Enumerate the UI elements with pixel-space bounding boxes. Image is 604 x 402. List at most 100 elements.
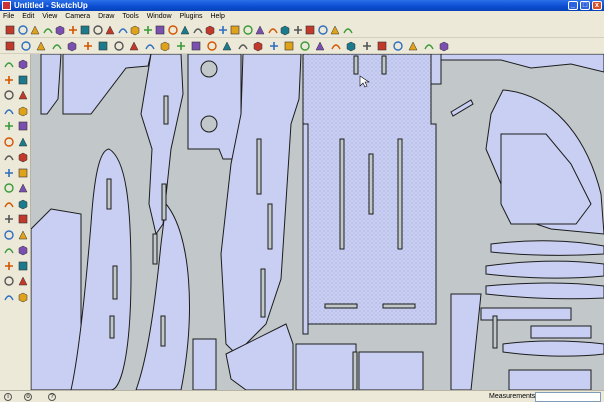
help-icon[interactable]: ?: [48, 393, 56, 401]
share-model-icon[interactable]: [128, 40, 140, 52]
orbit-icon[interactable]: [3, 229, 15, 241]
zoom-icon[interactable]: [3, 244, 15, 256]
credits-icon[interactable]: o: [24, 393, 32, 401]
arc-icon[interactable]: [17, 105, 29, 117]
paint-bucket-icon[interactable]: [17, 74, 29, 86]
maximize-button[interactable]: □: [580, 1, 590, 10]
make-component-icon[interactable]: [154, 24, 166, 36]
follow-me-icon[interactable]: [304, 24, 316, 36]
circle-icon[interactable]: [217, 24, 229, 36]
scale-icon[interactable]: [317, 24, 329, 36]
polygon-icon[interactable]: [242, 24, 254, 36]
close-button[interactable]: x: [592, 1, 602, 10]
model-viewport[interactable]: [31, 54, 604, 390]
menu-camera[interactable]: Camera: [62, 11, 93, 22]
subtract-icon[interactable]: [283, 40, 295, 52]
component-options-icon[interactable]: [407, 40, 419, 52]
measurements-input[interactable]: [535, 392, 601, 402]
rotate-icon[interactable]: [292, 24, 304, 36]
menu-file[interactable]: File: [0, 11, 17, 22]
rotate-icon[interactable]: [3, 151, 15, 163]
protractor-icon[interactable]: [3, 198, 15, 210]
minimize-button[interactable]: _: [568, 1, 578, 10]
walk-icon[interactable]: [17, 275, 29, 287]
dynamic-components-icon[interactable]: [376, 40, 388, 52]
zoom-window-icon[interactable]: [17, 244, 29, 256]
trim-icon[interactable]: [299, 40, 311, 52]
section-plane-icon[interactable]: [17, 291, 29, 303]
rectangle-icon[interactable]: [192, 24, 204, 36]
position-camera-icon[interactable]: [3, 275, 15, 287]
text-icon[interactable]: [17, 198, 29, 210]
component-attributes-icon[interactable]: [423, 40, 435, 52]
menu-edit[interactable]: Edit: [19, 11, 37, 22]
line-icon[interactable]: [204, 24, 216, 36]
push-pull-icon[interactable]: [279, 24, 291, 36]
flip-edge-icon[interactable]: [97, 40, 109, 52]
polygon-icon[interactable]: [3, 120, 15, 132]
rectangle-icon[interactable]: [3, 89, 15, 101]
sandbox-from-contours-icon[interactable]: [4, 40, 16, 52]
select-icon[interactable]: [142, 24, 154, 36]
split-icon[interactable]: [314, 40, 326, 52]
previous-icon[interactable]: [17, 260, 29, 272]
display-section-planes-icon[interactable]: [345, 40, 357, 52]
tape-measure-icon[interactable]: [342, 24, 354, 36]
toggle-terrain-icon[interactable]: [190, 40, 202, 52]
make-component-icon[interactable]: [17, 58, 29, 70]
menu-window[interactable]: Window: [144, 11, 175, 22]
arc-icon[interactable]: [229, 24, 241, 36]
save-icon[interactable]: [29, 24, 41, 36]
share-component-icon[interactable]: [144, 40, 156, 52]
menu-help[interactable]: Help: [207, 11, 227, 22]
zoom-extents-icon[interactable]: [3, 260, 15, 272]
walk-icon[interactable]: [438, 40, 450, 52]
get-current-view-icon[interactable]: [175, 40, 187, 52]
warehouse-get-icon[interactable]: [113, 40, 125, 52]
drawing-canvas[interactable]: [31, 54, 604, 390]
smoove-icon[interactable]: [35, 40, 47, 52]
paste-icon[interactable]: [67, 24, 79, 36]
paint-bucket-icon[interactable]: [167, 24, 179, 36]
pan-icon[interactable]: [17, 229, 29, 241]
solid-outer-shell-icon[interactable]: [237, 40, 249, 52]
intersect-icon[interactable]: [252, 40, 264, 52]
display-section-cuts-icon[interactable]: [361, 40, 373, 52]
interact-icon[interactable]: [392, 40, 404, 52]
eraser-icon[interactable]: [179, 24, 191, 36]
add-detail-icon[interactable]: [82, 40, 94, 52]
line-icon[interactable]: [17, 89, 29, 101]
new-icon[interactable]: [4, 24, 16, 36]
follow-me-icon[interactable]: [17, 151, 29, 163]
sandbox-from-scratch-icon[interactable]: [20, 40, 32, 52]
menu-plugins[interactable]: Plugins: [177, 11, 206, 22]
offset-icon[interactable]: [329, 24, 341, 36]
place-model-icon[interactable]: [206, 40, 218, 52]
move-icon[interactable]: [3, 136, 15, 148]
model-info-icon[interactable]: [129, 24, 141, 36]
menu-draw[interactable]: Draw: [95, 11, 117, 22]
google-earth-icon[interactable]: [159, 40, 171, 52]
print-icon[interactable]: [117, 24, 129, 36]
erase-icon[interactable]: [79, 24, 91, 36]
offset-icon[interactable]: [17, 167, 29, 179]
menu-view[interactable]: View: [39, 11, 60, 22]
copy-icon[interactable]: [54, 24, 66, 36]
cut-icon[interactable]: [42, 24, 54, 36]
drape-icon[interactable]: [66, 40, 78, 52]
open-icon[interactable]: [17, 24, 29, 36]
freehand-icon[interactable]: [17, 120, 29, 132]
tape-measure-icon[interactable]: [3, 182, 15, 194]
menu-tools[interactable]: Tools: [119, 11, 141, 22]
push-pull-icon[interactable]: [17, 136, 29, 148]
stamp-icon[interactable]: [51, 40, 63, 52]
section-plane-icon[interactable]: [330, 40, 342, 52]
eraser-icon[interactable]: [3, 74, 15, 86]
union-icon[interactable]: [268, 40, 280, 52]
scale-icon[interactable]: [3, 167, 15, 179]
look-around-icon[interactable]: [3, 291, 15, 303]
redo-icon[interactable]: [104, 24, 116, 36]
select-icon[interactable]: [3, 58, 15, 70]
axes-icon[interactable]: [3, 213, 15, 225]
circle-icon[interactable]: [3, 105, 15, 117]
